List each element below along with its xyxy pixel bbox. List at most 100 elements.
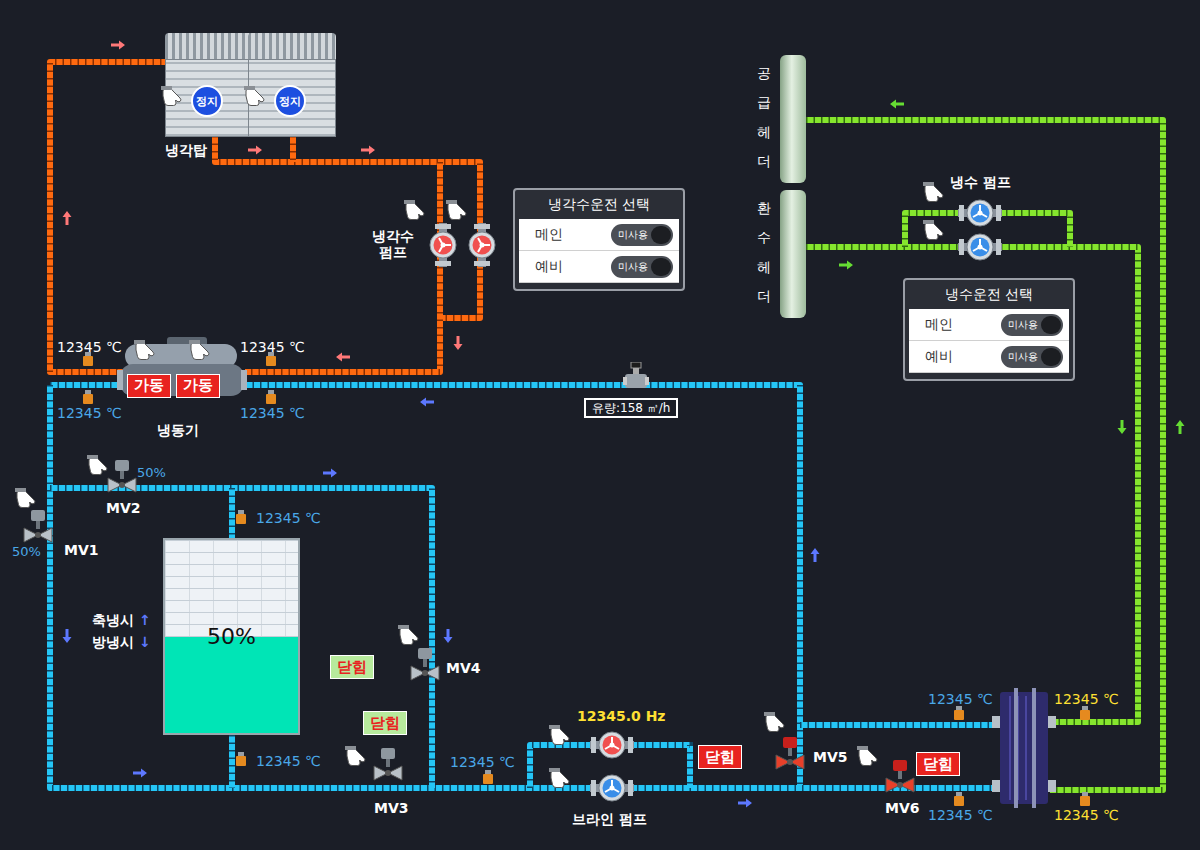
flow-arrow-icon bbox=[454, 336, 463, 350]
flow-reading: 유량:158 ㎥/h bbox=[584, 398, 678, 418]
pump-icon bbox=[958, 199, 1002, 227]
valve-opening: 50% bbox=[137, 465, 166, 480]
tank-fill bbox=[165, 637, 298, 734]
chiller-status-button[interactable]: 가동 bbox=[176, 374, 220, 398]
pump[interactable] bbox=[590, 774, 634, 802]
valve-name: MV6 bbox=[885, 800, 920, 816]
valve-icon[interactable] bbox=[106, 460, 138, 494]
header-label: 공급헤더 bbox=[757, 59, 771, 177]
panel-title: 냉수운전 선택 bbox=[909, 280, 1069, 309]
valve-icon[interactable] bbox=[22, 510, 54, 544]
temperature-reading: 12345 ℃ bbox=[1054, 691, 1119, 707]
temperature-reading: 12345 ℃ bbox=[57, 405, 122, 421]
mode-panel: 냉수운전 선택메인미사용예비미사용 bbox=[903, 278, 1075, 381]
tank-level: 50% bbox=[165, 624, 298, 649]
valve-status: 닫힘 bbox=[330, 655, 374, 679]
hand-icon[interactable] bbox=[445, 200, 469, 222]
pump-icon bbox=[958, 233, 1002, 261]
valve-icon[interactable] bbox=[884, 760, 916, 794]
temperature-reading: 12345 ℃ bbox=[57, 339, 122, 355]
toggle-knob bbox=[651, 226, 671, 244]
temperature-sensor-icon bbox=[954, 706, 964, 720]
flow-arrow-icon bbox=[63, 629, 72, 643]
cooling-water-pump-label: 냉각수 펌프 bbox=[368, 228, 418, 260]
valve-name: MV5 bbox=[813, 749, 848, 765]
temperature-sensor-icon bbox=[236, 510, 246, 524]
valve-name: MV3 bbox=[374, 800, 409, 816]
valve-opening: 50% bbox=[12, 544, 41, 559]
pipe bbox=[50, 385, 1000, 788]
hand-icon[interactable] bbox=[856, 746, 880, 768]
hand-icon[interactable] bbox=[403, 200, 427, 222]
tank-mode: 방냉시↓ bbox=[92, 634, 151, 652]
temperature-sensor-icon bbox=[236, 752, 246, 766]
mode-toggle[interactable]: 미사용 bbox=[1001, 314, 1063, 336]
flow-arrow-icon bbox=[63, 211, 72, 225]
pump-icon bbox=[590, 731, 634, 759]
cooling-tower: 정지 bbox=[165, 33, 253, 137]
flow-arrow-icon bbox=[890, 100, 904, 109]
temperature-reading: 12345 ℃ bbox=[928, 807, 993, 823]
pipe bbox=[293, 136, 294, 162]
hand-icon[interactable] bbox=[763, 712, 787, 734]
mode-toggle[interactable]: 미사용 bbox=[1001, 346, 1063, 368]
flow-arrow-icon bbox=[336, 353, 350, 362]
temperature-reading: 12345 ℃ bbox=[928, 691, 993, 707]
pump[interactable] bbox=[590, 731, 634, 759]
toggle-knob bbox=[1041, 348, 1061, 366]
ice-storage-tank: 50% bbox=[163, 538, 300, 735]
flow-arrow-icon bbox=[111, 41, 125, 50]
hand-icon[interactable] bbox=[548, 725, 572, 747]
hand-icon[interactable] bbox=[188, 340, 212, 362]
pipe bbox=[232, 488, 233, 540]
flow-arrow-icon bbox=[361, 146, 375, 155]
hand-icon[interactable] bbox=[922, 220, 946, 242]
panel-row: 예비미사용 bbox=[519, 251, 679, 283]
header-pipe bbox=[780, 190, 806, 318]
pump[interactable] bbox=[958, 233, 1002, 261]
valve-icon[interactable] bbox=[774, 737, 806, 771]
cooling-tower-label: 냉각탑 bbox=[165, 142, 207, 160]
flow-arrow-icon bbox=[1118, 420, 1127, 434]
valve-name: MV4 bbox=[446, 660, 481, 676]
pump-icon bbox=[429, 223, 457, 267]
pump[interactable] bbox=[958, 199, 1002, 227]
pipe bbox=[806, 247, 1138, 722]
hand-icon[interactable] bbox=[86, 455, 110, 477]
pipe bbox=[50, 385, 800, 788]
pump[interactable] bbox=[468, 223, 496, 267]
hand-icon[interactable] bbox=[14, 488, 38, 510]
toggle-knob bbox=[651, 258, 671, 276]
hand-icon[interactable] bbox=[548, 768, 572, 790]
hand-icon[interactable] bbox=[344, 746, 368, 768]
mode-toggle[interactable]: 미사용 bbox=[611, 224, 673, 246]
chiller-status-button[interactable]: 가동 bbox=[127, 374, 171, 398]
hand-icon[interactable] bbox=[243, 86, 267, 108]
hand-icon[interactable] bbox=[397, 625, 421, 647]
toggle-knob bbox=[1041, 316, 1061, 334]
flow-arrow-icon bbox=[248, 146, 262, 155]
valve-status: 닫힘 bbox=[363, 711, 407, 735]
pump-icon bbox=[468, 223, 496, 267]
flow-arrow-icon bbox=[444, 629, 453, 643]
pipe bbox=[50, 488, 432, 788]
temperature-reading: 12345 ℃ bbox=[256, 753, 321, 769]
mode-toggle[interactable]: 미사용 bbox=[611, 256, 673, 278]
tower-status-button[interactable]: 정지 bbox=[274, 85, 306, 117]
hand-icon[interactable] bbox=[922, 182, 946, 204]
tank-modes: 축냉시↑방냉시↓ bbox=[92, 612, 151, 652]
pipe bbox=[800, 725, 1000, 726]
panel-row: 메인미사용 bbox=[519, 219, 679, 251]
hand-icon[interactable] bbox=[160, 86, 184, 108]
hand-icon[interactable] bbox=[133, 340, 157, 362]
temperature-sensor-icon bbox=[1080, 706, 1090, 720]
valve-icon[interactable] bbox=[409, 648, 441, 682]
fan-grille bbox=[165, 33, 253, 59]
chiller-label: 냉동기 bbox=[157, 422, 199, 440]
flow-arrow-icon bbox=[839, 261, 853, 270]
pump[interactable] bbox=[429, 223, 457, 267]
valve-icon[interactable] bbox=[372, 748, 404, 782]
valve-name: MV1 bbox=[64, 542, 99, 558]
tower-status-button[interactable]: 정지 bbox=[191, 85, 223, 117]
fan-grille bbox=[248, 33, 336, 59]
